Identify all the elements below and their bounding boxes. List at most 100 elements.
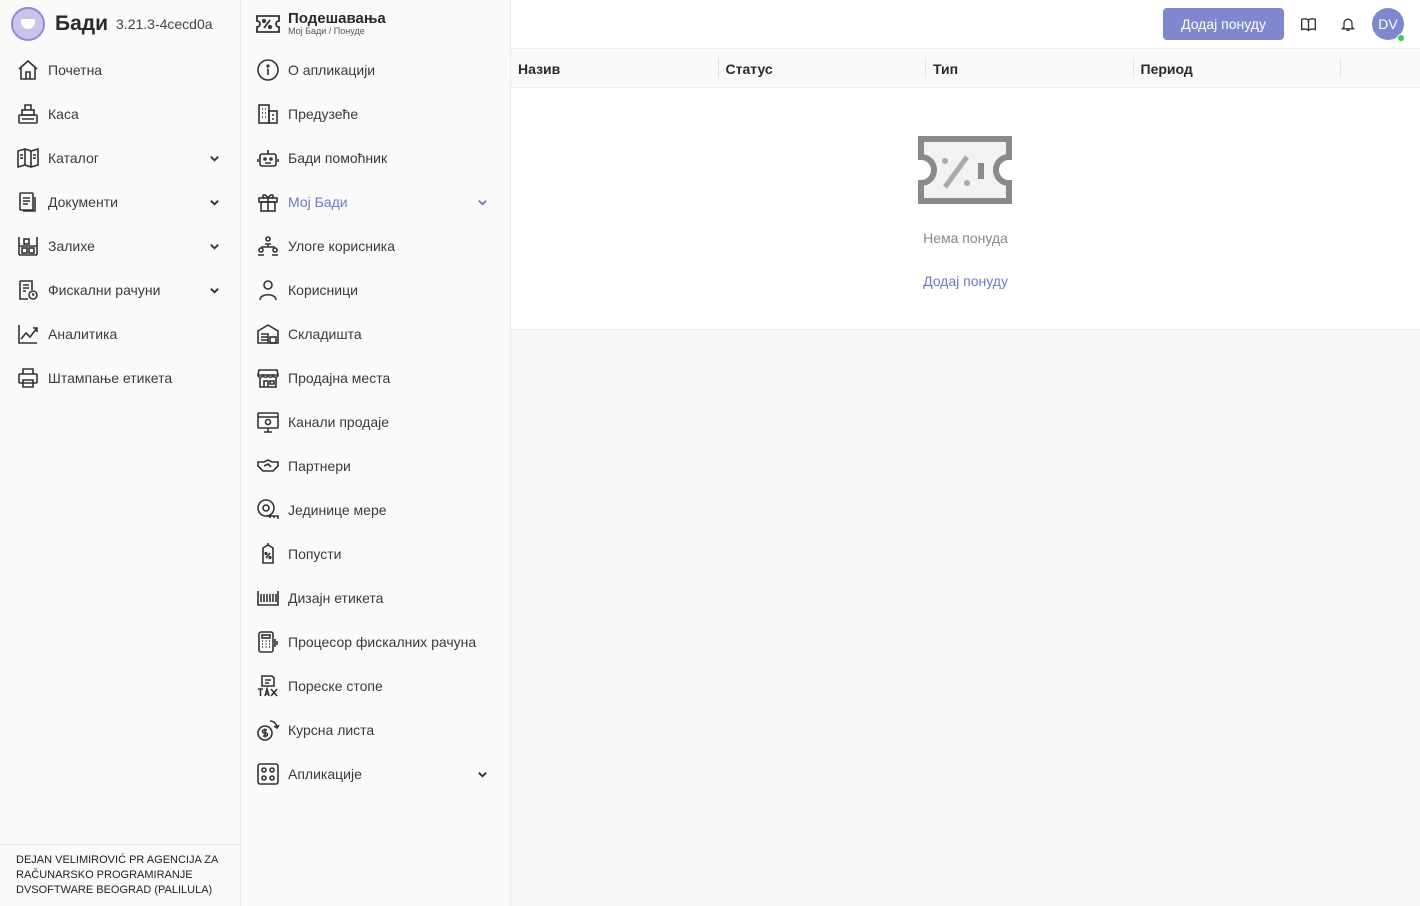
settings-item-fiscal-processor[interactable]: Процесор фискалних рачуна	[241, 620, 510, 664]
apps-grid-icon	[256, 762, 280, 786]
settings-header: Подешавања Мој Бади / Понуде	[241, 0, 510, 48]
sidebar-item-label: Документи	[48, 194, 118, 210]
settings-item-company[interactable]: Предузеће	[241, 92, 510, 136]
bell-icon[interactable]	[1338, 14, 1358, 34]
chevron-down-icon[interactable]	[208, 284, 220, 296]
settings-item-discounts[interactable]: Попусти	[241, 532, 510, 576]
settings-item-partners[interactable]: Партнери	[241, 444, 510, 488]
user-roles-icon	[256, 234, 280, 258]
offers-table: Назив Статус Тип Период Нема понуда Дода…	[511, 48, 1420, 330]
calculator-icon	[256, 630, 280, 654]
empty-state: Нема понуда Додај понуду	[511, 89, 1420, 329]
settings-item-label: Бади помоћник	[288, 150, 388, 166]
settings-item-label: Дизајн етикета	[288, 590, 384, 606]
settings-item-about[interactable]: О апликацији	[241, 48, 510, 92]
chevron-down-icon[interactable]	[208, 240, 220, 252]
gift-box-icon	[256, 190, 280, 214]
brand-name: Бади	[55, 12, 109, 35]
handshake-icon	[256, 454, 280, 478]
column-header-type[interactable]: Тип	[926, 49, 1134, 88]
sidebar-item-home[interactable]: Почетна	[0, 48, 240, 92]
settings-item-assistant[interactable]: Бади помоћник	[241, 136, 510, 180]
measure-tape-icon	[256, 498, 280, 522]
chevron-down-icon[interactable]	[476, 196, 488, 208]
book-icon[interactable]	[1298, 14, 1318, 34]
sidebar-item-label: Фискални рачуни	[48, 282, 161, 298]
sidebar-item-inventory[interactable]: Залихе	[0, 224, 240, 268]
sidebar-item-label: Штампање етикета	[48, 370, 173, 386]
fiscal-receipt-icon	[16, 278, 40, 302]
sidebar-item-label-printing[interactable]: Штампање етикета	[0, 356, 240, 400]
empty-state-text: Нема понуда	[923, 230, 1008, 246]
empty-ticket-icon	[918, 136, 1012, 204]
robot-assistant-icon	[256, 146, 280, 170]
sidebar-item-label: Каталог	[48, 150, 99, 166]
add-offer-button[interactable]: Додај понуду	[1163, 8, 1284, 40]
brand-version: 3.21.3-4cecd0a	[116, 16, 213, 32]
top-bar: Додај понуду DV	[511, 0, 1420, 48]
column-header-period[interactable]: Период	[1134, 49, 1342, 88]
settings-item-applications[interactable]: Апликације	[241, 752, 510, 796]
settings-item-label: Апликације	[288, 766, 362, 782]
page-title: Подешавања	[288, 10, 386, 27]
documents-icon	[16, 190, 40, 214]
settings-item-label: Улоге корисника	[288, 238, 395, 254]
sidebar-item-fiscal-receipts[interactable]: Фискални рачуни	[0, 268, 240, 312]
company-name: DEJAN VELIMIROVIĆ PR AGENCIJA ZA RAČUNAR…	[0, 844, 240, 906]
company-building-icon	[256, 102, 280, 126]
settings-item-units[interactable]: Јединице мере	[241, 488, 510, 532]
sidebar-item-analytics[interactable]: Аналитика	[0, 312, 240, 356]
settings-panel: Подешавања Мој Бади / Понуде О апликациј…	[241, 0, 511, 906]
settings-item-exchange-rates[interactable]: Курсна листа	[241, 708, 510, 752]
settings-item-label: Складишта	[288, 326, 362, 342]
tax-icon	[256, 674, 280, 698]
analytics-chart-icon	[16, 322, 40, 346]
column-header-name[interactable]: Назив	[511, 49, 719, 88]
settings-item-label: Продајна места	[288, 370, 391, 386]
catalog-book-icon	[16, 146, 40, 170]
barcode-icon	[256, 586, 280, 610]
ticket-percent-icon	[256, 15, 280, 33]
brand[interactable]: Бади 3.21.3-4cecd0a	[0, 0, 240, 48]
settings-item-tax-rates[interactable]: Пореске стопе	[241, 664, 510, 708]
main-content: Назив Статус Тип Период Нема понуда Дода…	[511, 48, 1420, 906]
online-status-dot	[1397, 34, 1405, 42]
sales-channel-icon	[256, 410, 280, 434]
sidebar-item-label: Залихе	[48, 238, 95, 254]
add-offer-link[interactable]: Додај понуду	[511, 273, 1420, 289]
app-root: Бади 3.21.3-4cecd0a Почетна Каса Каталог…	[0, 0, 1420, 906]
settings-item-label: Курсна листа	[288, 722, 375, 738]
settings-item-label: Канали продаје	[288, 414, 390, 430]
settings-item-label-design[interactable]: Дизајн етикета	[241, 576, 510, 620]
settings-item-users[interactable]: Корисници	[241, 268, 510, 312]
warehouse-icon	[256, 322, 280, 346]
settings-item-label: Попусти	[288, 546, 342, 562]
currency-exchange-icon	[256, 718, 280, 742]
home-icon	[16, 58, 40, 82]
settings-item-points-of-sale[interactable]: Продајна места	[241, 356, 510, 400]
breadcrumb[interactable]: Мој Бади / Понуде	[288, 26, 386, 37]
sidebar-item-cash-register[interactable]: Каса	[0, 92, 240, 136]
settings-item-label: Мој Бади	[288, 194, 348, 210]
warehouse-shelf-icon	[16, 234, 40, 258]
logo-icon	[11, 7, 45, 41]
settings-item-warehouses[interactable]: Складишта	[241, 312, 510, 356]
settings-item-sales-channels[interactable]: Канали продаје	[241, 400, 510, 444]
settings-item-my-badi[interactable]: Мој Бади	[241, 180, 510, 224]
settings-item-user-roles[interactable]: Улоге корисника	[241, 224, 510, 268]
printer-icon	[16, 366, 40, 390]
column-header-status[interactable]: Статус	[719, 49, 927, 88]
chevron-down-icon[interactable]	[208, 196, 220, 208]
cash-register-icon	[16, 102, 40, 126]
table-header: Назив Статус Тип Период	[511, 49, 1420, 88]
main-sidebar: Бади 3.21.3-4cecd0a Почетна Каса Каталог…	[0, 0, 241, 906]
settings-item-label: Предузеће	[288, 106, 359, 122]
settings-item-label: Пореске стопе	[288, 678, 383, 694]
chevron-down-icon[interactable]	[208, 152, 220, 164]
sidebar-item-documents[interactable]: Документи	[0, 180, 240, 224]
store-icon	[256, 366, 280, 390]
main-nav: Почетна Каса Каталог Документи Залихе Фи…	[0, 48, 240, 400]
sidebar-item-label: Почетна	[48, 62, 103, 78]
sidebar-item-catalog[interactable]: Каталог	[0, 136, 240, 180]
chevron-down-icon[interactable]	[476, 768, 488, 780]
